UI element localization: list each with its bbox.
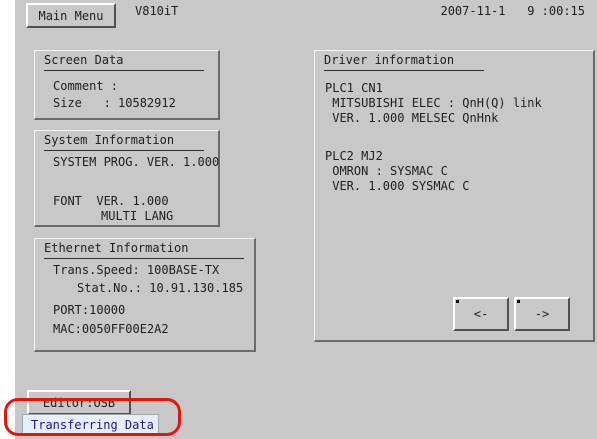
mac-text: MAC:0050FF00E2A2 xyxy=(53,322,169,336)
date-text: 2007-11-1 xyxy=(440,4,506,18)
plc2-name: PLC2 MJ2 xyxy=(325,149,383,163)
screen-data-title: Screen Data xyxy=(44,53,124,67)
system-info-title: System Information xyxy=(44,133,175,147)
system-prog-text: SYSTEM PROG. VER. 1.000 xyxy=(53,155,220,169)
model-name: V810iT xyxy=(135,4,179,18)
title-underline xyxy=(324,70,484,71)
time-text: 9 :00:15 xyxy=(527,4,585,18)
ethernet-info-title: Ethernet Information xyxy=(44,241,189,255)
title-underline xyxy=(44,150,204,151)
plc1-name: PLC1 CN1 xyxy=(325,81,383,95)
next-page-button[interactable]: -> xyxy=(514,297,570,331)
corner-marker xyxy=(517,300,520,303)
multi-lang-text: MULTI LANG xyxy=(101,209,174,223)
plc1-version-text: VER. 1.000 MELSEC QnHnk xyxy=(325,111,499,125)
plc1-driver-text: MITSUBISHI ELEC : QnH(Q) link xyxy=(325,96,542,110)
ethernet-info-panel: Ethernet Information Trans.Speed: 100BAS… xyxy=(34,238,256,352)
font-version-text: FONT VER. 1.000 xyxy=(53,194,169,208)
title-underline xyxy=(44,70,204,71)
date-time: 2007-11-1 9 :00:15 xyxy=(440,4,585,18)
main-menu-button[interactable]: Main Menu xyxy=(26,3,116,28)
status-text: Transferring Data xyxy=(31,417,154,432)
size-text: Size : 10582912 xyxy=(53,96,176,110)
previous-page-button[interactable]: <- xyxy=(453,297,509,331)
left-arrow-icon: <- xyxy=(473,307,489,321)
editor-usb-button[interactable]: Editor:USB xyxy=(27,390,131,415)
plc2-driver-text: OMRON : SYSMAC C xyxy=(325,164,448,178)
plc2-version-text: VER. 1.000 SYSMAC C xyxy=(325,179,470,193)
system-info-panel: System Information SYSTEM PROG. VER. 1.0… xyxy=(34,130,220,227)
hmi-screen: Main Menu V810iT 2007-11-1 9 :00:15 Scre… xyxy=(15,0,597,439)
screen-data-panel: Screen Data Comment : Size : 10582912 xyxy=(34,50,220,120)
driver-info-title: Driver information xyxy=(324,53,455,67)
editor-usb-label: Editor:USB xyxy=(42,395,116,410)
driver-info-panel: Driver information PLC1 CN1 MITSUBISHI E… xyxy=(314,50,595,342)
port-text: PORT:10000 xyxy=(53,303,126,317)
comment-text: Comment : xyxy=(53,79,119,93)
station-number-text: Stat.No.: 10.91.130.185 xyxy=(77,281,244,295)
main-menu-label: Main Menu xyxy=(38,8,104,23)
trans-speed-text: Trans.Speed: 100BASE-TX xyxy=(53,263,220,277)
title-underline xyxy=(44,258,244,259)
transferring-data-status: Transferring Data xyxy=(22,414,159,435)
right-arrow-icon: -> xyxy=(534,307,550,321)
corner-marker xyxy=(456,300,459,303)
